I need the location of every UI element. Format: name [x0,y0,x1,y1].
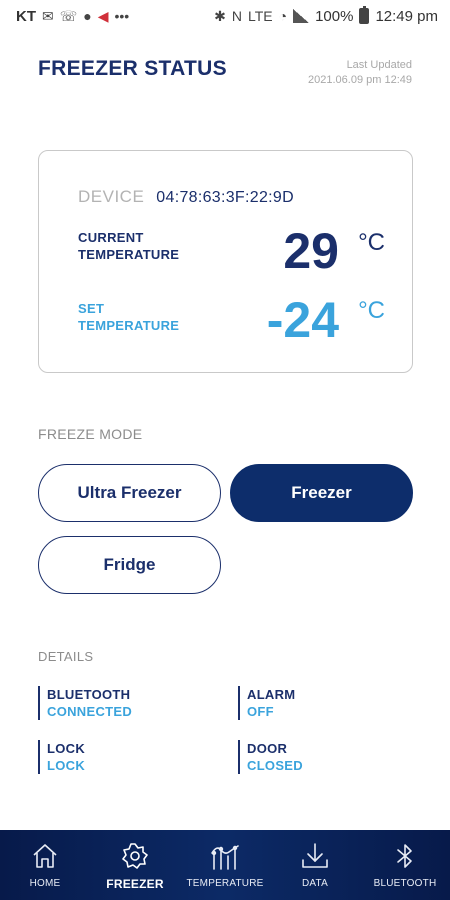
bluetooth-status-icon: ✱ [214,7,226,24]
missed-call-icon: ☏ [59,7,78,24]
last-updated-value: 2021.06.09 pm 12:49 [308,74,412,86]
battery-percent: 100% [315,7,354,25]
details-label: DETAILS [38,649,94,664]
set-temperature-label: SET TEMPERATURE [78,300,179,334]
detail-value: CLOSED [247,758,303,773]
home-icon [28,839,62,873]
set-temperature-unit: °C [358,297,385,324]
detail-door: DOOR CLOSED [238,740,303,774]
fridge-mode-button[interactable]: Fridge [38,536,221,594]
nav-label: DATA [302,878,328,889]
device-row: DEVICE 04:78:63:3F:22:9D [78,187,294,207]
detail-bluetooth: BLUETOOTH CONNECTED [38,686,132,720]
nav-item-data[interactable]: DATA [270,830,360,900]
megaphone-icon: ◀ [97,7,109,24]
detail-alarm: ALARM OFF [238,686,295,720]
more-notifications-icon: ••• [114,8,130,24]
snowflake-gear-icon [118,839,152,873]
signal-icon [293,9,310,23]
current-temperature-value: 29 [283,223,339,279]
freezer-mode-button[interactable]: Freezer [230,464,413,522]
nav-label: FREEZER [106,877,164,891]
current-temperature-unit: °C [358,229,385,256]
set-temperature-label-line2: TEMPERATURE [78,318,180,333]
status-bar-right: ✱ N LTE ◔ 100% 12:49 pm [214,6,438,25]
download-icon [298,839,332,873]
mail-icon: ✉ [42,7,54,24]
nav-item-freezer[interactable]: FREEZER [90,830,180,900]
page-title: FREEZER STATUS [38,57,227,80]
device-label: DEVICE [78,187,145,206]
status-bar: KT ✉ ☏ ● ◀ ••• ✱ N LTE ◔ 100% 12:49 pm [0,0,450,32]
nav-label: HOME [29,878,61,889]
device-status-card: DEVICE 04:78:63:3F:22:9D CURRENT TEMPERA… [38,150,413,373]
nav-label: TEMPERATURE [186,878,264,889]
detail-value: CONNECTED [47,704,133,719]
set-temperature-value[interactable]: -24 [267,295,339,345]
ultra-freezer-mode-button[interactable]: Ultra Freezer [38,464,221,522]
detail-title: BLUETOOTH [47,687,131,702]
current-temperature-label-line1: CURRENT [78,230,144,245]
bluetooth-icon [388,839,422,873]
battery-icon [359,6,370,24]
last-updated-label: Last Updated [346,59,412,71]
device-id: 04:78:63:3F:22:9D [156,189,294,206]
nav-item-temperature[interactable]: TEMPERATURE [180,830,270,900]
detail-title: LOCK [47,741,86,756]
nav-label: BLUETOOTH [373,878,437,889]
carrier-label: KT [16,7,36,25]
detail-value: LOCK [47,758,86,773]
app-notification-icon: ● [83,8,92,24]
detail-title: ALARM [247,687,296,702]
status-bar-left: KT ✉ ☏ ● ◀ ••• [16,8,129,25]
set-temperature-label-line1: SET [78,301,105,316]
thermometer-chart-icon [208,839,242,873]
nav-item-home[interactable]: HOME [0,830,90,900]
bottom-nav: HOME FREEZER TEMPERATURE DATA BLUETOOTH [0,830,450,900]
freeze-mode-label: FREEZE MODE [38,426,143,442]
detail-value: OFF [247,704,274,719]
lte-icon: LTE [247,8,273,24]
nfc-icon: N [231,8,242,24]
current-temperature-label-line2: TEMPERATURE [78,247,180,262]
last-updated: Last Updated 2021.06.09 pm 12:49 [308,58,412,88]
detail-lock: LOCK LOCK [38,740,85,774]
clock: 12:49 pm [375,7,438,25]
detail-title: DOOR [247,741,288,756]
wifi-icon: ◔ [278,8,288,24]
nav-item-bluetooth[interactable]: BLUETOOTH [360,830,450,900]
current-temperature-label: CURRENT TEMPERATURE [78,229,179,263]
